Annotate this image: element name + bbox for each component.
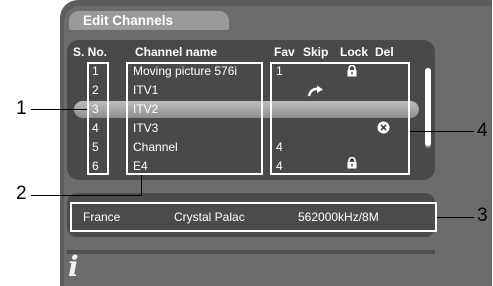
info-country: France [83,210,121,224]
column-header-fav: Fav [274,45,295,59]
footer-divider [67,250,435,254]
attributes-callout-box [270,62,410,175]
callout-label-1: 1 [16,98,27,119]
info-frequency: 562000kHz/8M [298,210,379,224]
column-header-lock: Lock [340,45,369,59]
sno-column-callout-box [87,62,109,175]
callout-leader-3 [437,217,474,218]
callout-leader-1 [31,109,87,110]
column-header-del: Del [375,45,394,59]
column-header-sno: S. No. [73,45,108,59]
callout-leader-2-v [141,175,142,196]
callout-leader-2-h [31,195,141,196]
info-callout-box [70,202,437,232]
column-header-name: Channel name [135,45,218,59]
scrollbar-thumb[interactable] [425,68,431,146]
name-column-callout-box [126,62,263,175]
menu-title: Edit Channels [69,11,229,30]
callout-label-4: 4 [477,120,488,141]
column-header-skip: Skip [303,45,329,59]
callout-leader-4 [410,131,474,132]
callout-label-3: 3 [477,205,488,226]
callout-label-2: 2 [16,183,27,204]
info-transmitter: Crystal Palac [174,210,245,224]
info-icon[interactable]: i [68,253,79,281]
